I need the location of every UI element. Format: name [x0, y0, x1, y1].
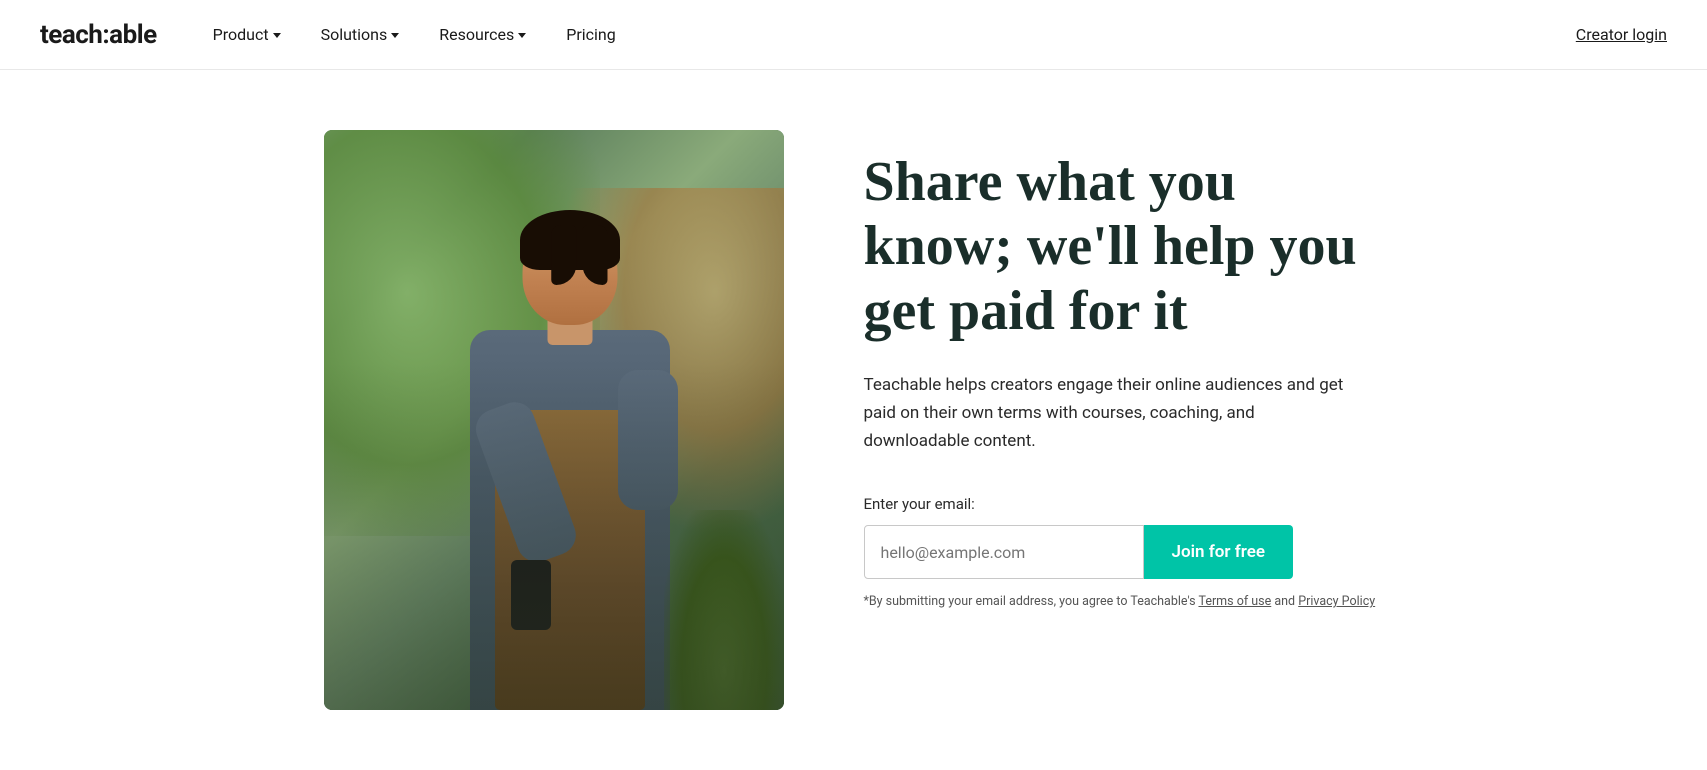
email-form: Join for free [864, 525, 1384, 579]
hero-title: Share what you know; we'll help you get … [864, 150, 1384, 343]
terms-text: *By submitting your email address, you a… [864, 593, 1384, 612]
creator-login-button[interactable]: Creator login [1576, 25, 1667, 44]
nav-right: Creator login [1576, 25, 1667, 44]
nav-solutions-label: Solutions [321, 25, 388, 44]
nav-links: Product Solutions Resources Pricing [197, 17, 1576, 52]
nav-product[interactable]: Product [197, 17, 297, 52]
navigation: teach:able Product Solutions Resources P… [0, 0, 1707, 70]
terms-of-use-link[interactable]: Terms of use [1198, 594, 1271, 609]
nav-pricing-label: Pricing [566, 25, 616, 44]
logo[interactable]: teach:able [40, 20, 157, 50]
chevron-down-icon [518, 33, 526, 38]
privacy-policy-link[interactable]: Privacy Policy [1298, 594, 1375, 609]
nav-solutions[interactable]: Solutions [305, 17, 416, 52]
join-free-button[interactable]: Join for free [1144, 525, 1294, 579]
nav-resources[interactable]: Resources [423, 17, 542, 52]
chevron-down-icon [273, 33, 281, 38]
nav-product-label: Product [213, 25, 269, 44]
email-input[interactable] [864, 525, 1144, 579]
hero-image-container [324, 130, 784, 710]
hero-content: Share what you know; we'll help you get … [864, 130, 1384, 612]
nav-resources-label: Resources [439, 25, 514, 44]
hero-image [324, 130, 784, 710]
hero-section: Share what you know; we'll help you get … [0, 70, 1707, 770]
email-label: Enter your email: [864, 495, 1384, 513]
nav-pricing[interactable]: Pricing [550, 17, 632, 52]
chevron-down-icon [391, 33, 399, 38]
hero-description: Teachable helps creators engage their on… [864, 371, 1344, 455]
